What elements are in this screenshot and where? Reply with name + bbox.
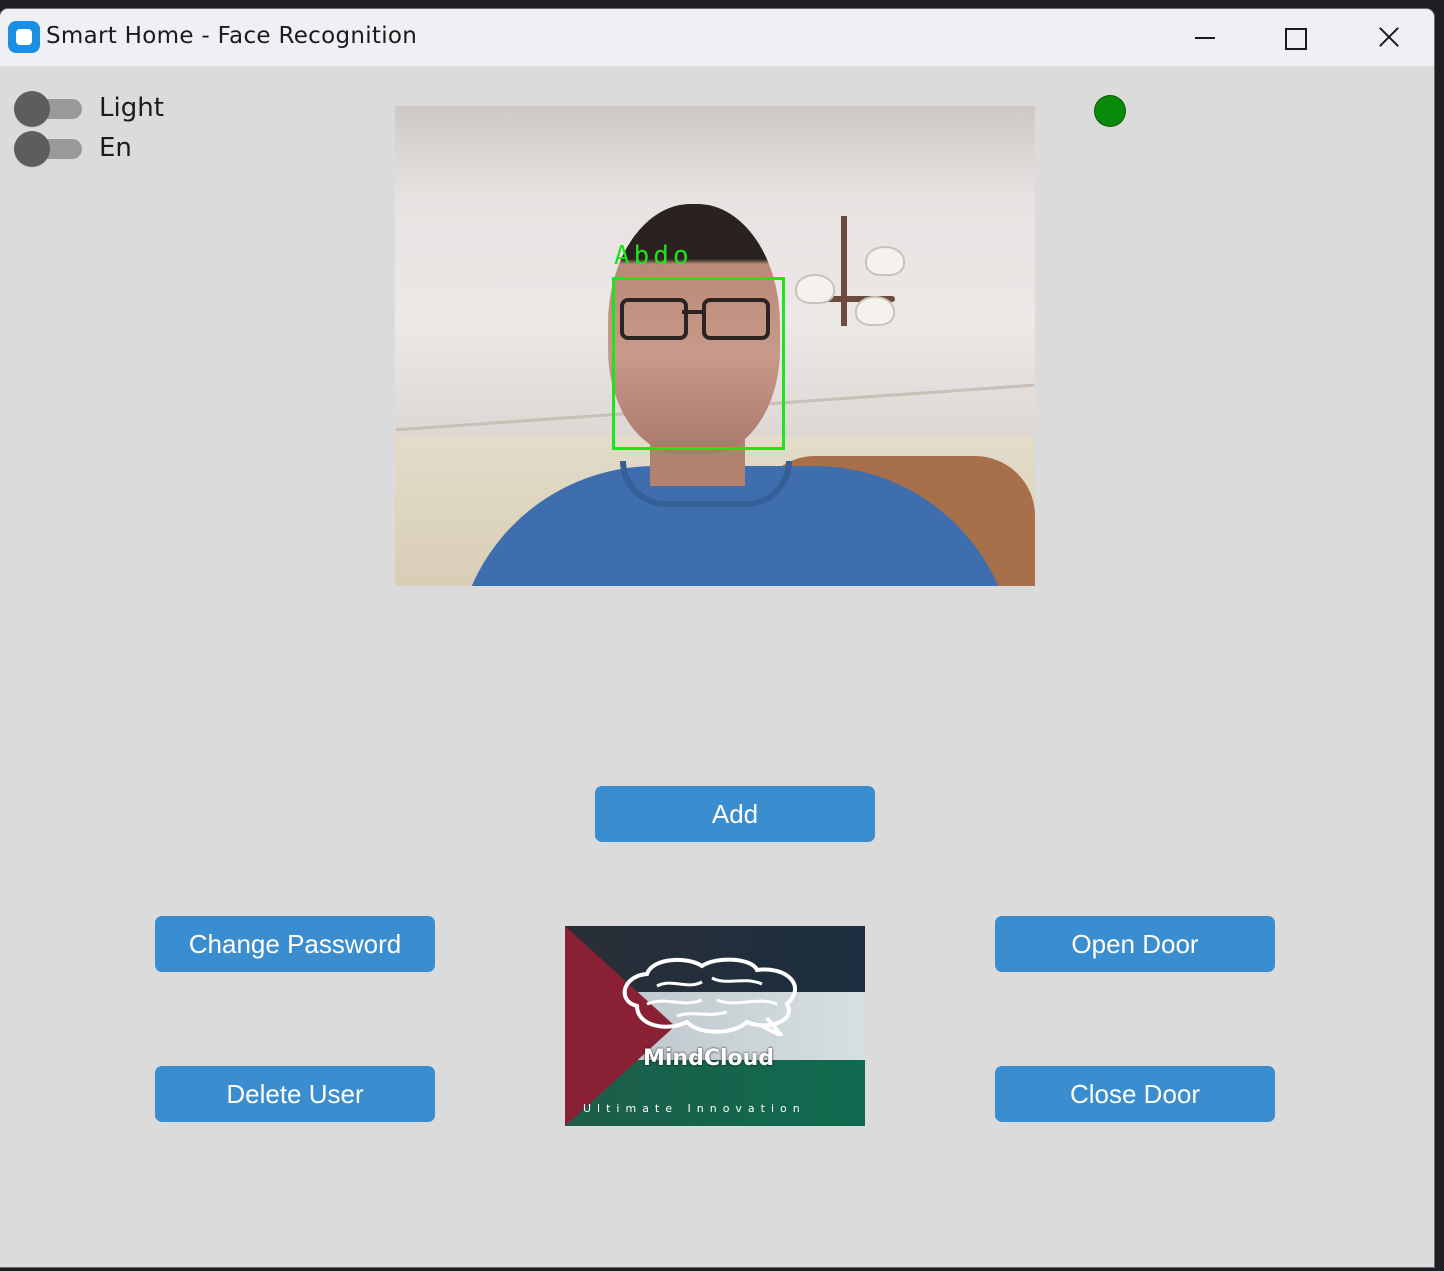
face-detection-label: Abdo [614, 241, 693, 271]
chandelier [795, 216, 915, 346]
maximize-icon [1285, 28, 1307, 50]
camera-feed: Abdo [395, 106, 1035, 586]
chandelier-bulb [855, 296, 895, 326]
switch-knob [14, 91, 50, 127]
change-password-button[interactable]: Change Password [155, 916, 435, 972]
title-bar: Smart Home - Face Recognition [0, 9, 1434, 66]
mindcloud-logo: MindCloud Ultimate Innovation [565, 926, 865, 1126]
minimize-icon [1195, 37, 1215, 39]
open-door-button[interactable]: Open Door [995, 916, 1275, 972]
light-switch-label: Light [99, 93, 164, 123]
brain-icon [622, 957, 797, 1036]
close-icon [1378, 26, 1400, 48]
chandelier-bulb [865, 246, 905, 276]
logo-tagline: Ultimate Innovation [583, 1102, 806, 1115]
app-window: Smart Home - Face Recognition Light En A… [0, 9, 1434, 1267]
delete-user-button[interactable]: Delete User [155, 1066, 435, 1122]
add-button[interactable]: Add [595, 786, 875, 842]
close-door-button[interactable]: Close Door [995, 1066, 1275, 1122]
window-title: Smart Home - Face Recognition [46, 23, 418, 49]
switch-knob [14, 131, 50, 167]
app-icon [8, 21, 40, 53]
language-switch-label: En [99, 133, 132, 163]
chandelier-bulb [795, 274, 835, 304]
minimize-button[interactable] [1158, 9, 1250, 66]
close-window-button[interactable] [1342, 9, 1434, 66]
status-indicator [1095, 96, 1125, 126]
maximize-button[interactable] [1249, 9, 1341, 66]
face-detection-box [612, 277, 785, 450]
chandelier-stem [841, 216, 847, 326]
logo-name: MindCloud [643, 1046, 775, 1071]
